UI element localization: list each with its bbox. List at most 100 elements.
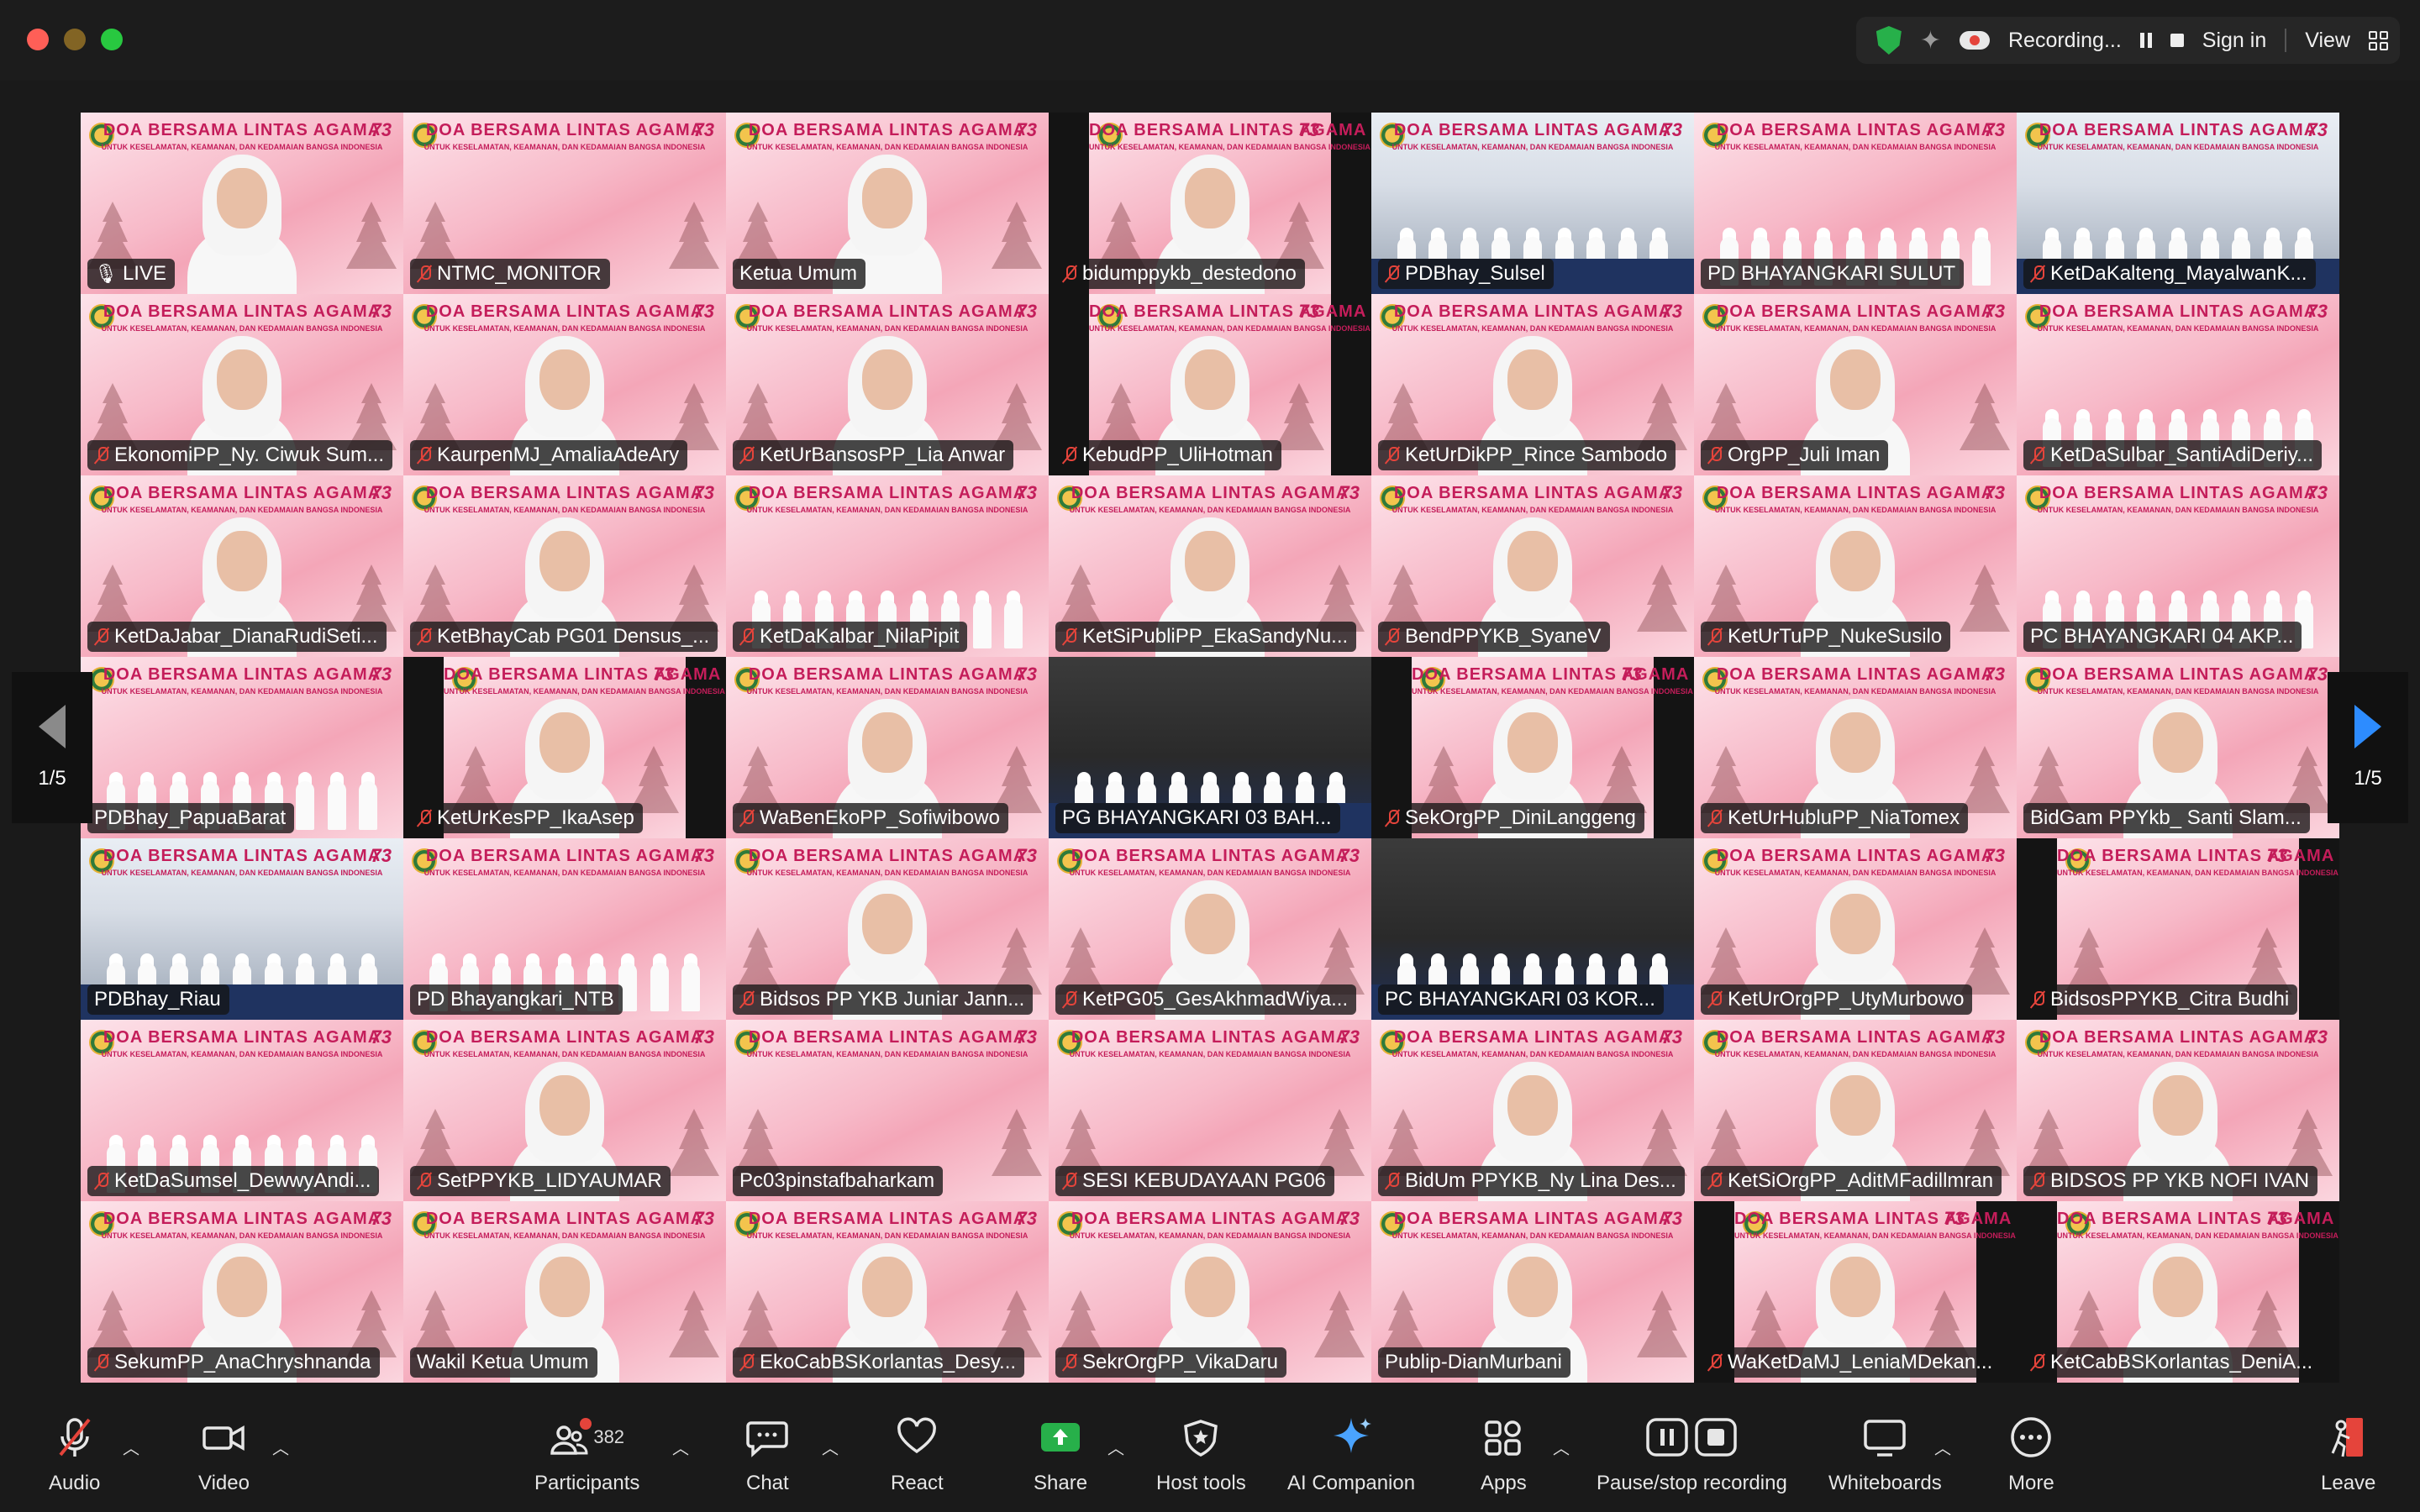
participant-name-label: BIDSOS PP YKB NOFI IVAN	[2023, 1166, 2318, 1196]
participant-tile[interactable]: DOA BERSAMA LINTAS AGAMA UNTUK KESELAMATA…	[81, 475, 403, 657]
view-menu-button[interactable]: View	[2305, 29, 2350, 53]
leave-door-icon	[2328, 1415, 2370, 1460]
participant-tile[interactable]: DOA BERSAMA LINTAS AGAMA UNTUK KESELAMATA…	[1371, 113, 1694, 294]
participant-tile[interactable]: DOA BERSAMA LINTAS AGAMA UNTUK KESELAMATA…	[1694, 1020, 2017, 1201]
participant-tile[interactable]: DOA BERSAMA LINTAS AGAMA UNTUK KESELAMATA…	[403, 113, 726, 294]
apps-button[interactable]: Apps	[1481, 1415, 1527, 1495]
anniversary-badge: 73	[1661, 482, 1682, 503]
participant-tile[interactable]: DOA BERSAMA LINTAS AGAMA UNTUK KESELAMATA…	[1694, 294, 2017, 475]
participant-tile[interactable]: DOA BERSAMA LINTAS AGAMA UNTUK KESELAMATA…	[1694, 657, 2017, 838]
participant-tile[interactable]: DOA BERSAMA LINTAS AGAMA UNTUK KESELAMATA…	[2017, 1020, 2339, 1201]
share-screen-button[interactable]: Share	[1034, 1415, 1087, 1495]
participant-tile[interactable]: DOA BERSAMA LINTAS AGAMA UNTUK KESELAMATA…	[1049, 113, 1371, 294]
participant-tile[interactable]: DOA BERSAMA LINTAS AGAMA UNTUK KESELAMATA…	[1694, 1201, 2017, 1383]
participant-tile[interactable]: DOA BERSAMA LINTAS AGAMA UNTUK KESELAMATA…	[726, 113, 1049, 294]
backdrop-banner-title: DOA BERSAMA LINTAS AGAMA	[2057, 1210, 2335, 1228]
chat-options-caret-icon[interactable]: ︿	[822, 1435, 839, 1459]
anniversary-badge: 73	[1016, 1026, 1037, 1047]
pause-stop-recording-button[interactable]: Pause/stop recording	[1597, 1415, 1787, 1495]
video-button[interactable]: Video	[198, 1415, 250, 1495]
participant-tile[interactable]: DOA BERSAMA LINTAS AGAMA UNTUK KESELAMATA…	[1371, 475, 1694, 657]
whiteboard-icon	[1862, 1415, 1907, 1460]
participant-name: PC BHAYANGKARI 03 KOR...	[1385, 988, 1655, 1011]
whiteboards-options-caret-icon[interactable]: ︿	[1934, 1435, 1951, 1459]
audio-button[interactable]: Audio	[49, 1415, 100, 1495]
participant-tile[interactable]: DOA BERSAMA LINTAS AGAMA UNTUK KESELAMATA…	[2017, 1201, 2339, 1383]
react-button[interactable]: React	[891, 1415, 944, 1495]
participant-tile[interactable]: DOA BERSAMA LINTAS AGAMA UNTUK KESELAMATA…	[81, 294, 403, 475]
apps-options-caret-icon[interactable]: ︿	[1553, 1435, 1570, 1459]
participant-tile[interactable]: DOA BERSAMA LINTAS AGAMA UNTUK KESELAMATA…	[403, 1020, 726, 1201]
previous-page-button[interactable]: 1/5	[12, 672, 92, 823]
video-options-caret-icon[interactable]: ︿	[272, 1435, 289, 1459]
participant-tile[interactable]: DOA BERSAMA LINTAS AGAMA UNTUK KESELAMATA…	[403, 475, 726, 657]
participant-tile[interactable]: DOA BERSAMA LINTAS AGAMA UNTUK KESELAMATA…	[726, 1020, 1049, 1201]
participant-name-label: KetDaSumsel_DewwyAndi...	[87, 1166, 380, 1196]
participant-tile[interactable]: DOA BERSAMA LINTAS AGAMA UNTUK KESELAMATA…	[1371, 1020, 1694, 1201]
participant-tile[interactable]: DOA BERSAMA LINTAS AGAMA UNTUK KESELAMATA…	[403, 294, 726, 475]
participant-tile[interactable]: DOA BERSAMA LINTAS AGAMA UNTUK KESELAMATA…	[1049, 1201, 1371, 1383]
share-options-caret-icon[interactable]: ︿	[1107, 1435, 1124, 1459]
participant-tile[interactable]: DOA BERSAMA LINTAS AGAMA UNTUK KESELAMATA…	[1371, 294, 1694, 475]
ai-companion-button[interactable]: AI Companion	[1287, 1415, 1415, 1495]
mic-muted-icon	[417, 809, 432, 827]
encryption-shield-icon[interactable]	[1876, 26, 1902, 55]
leave-button[interactable]: Leave	[2321, 1415, 2375, 1495]
participant-tile[interactable]: DOA BERSAMA LINTAS AGAMA UNTUK KESELAMATA…	[1694, 113, 2017, 294]
participant-tile[interactable]: DOA BERSAMA LINTAS AGAMA UNTUK KESELAMATA…	[81, 838, 403, 1020]
participant-tile[interactable]: DOA BERSAMA LINTAS AGAMA UNTUK KESELAMATA…	[1049, 1020, 1371, 1201]
participant-tile[interactable]: DOA BERSAMA LINTAS AGAMA UNTUK KESELAMATA…	[726, 294, 1049, 475]
participant-tile[interactable]: DOA BERSAMA LINTAS AGAMA UNTUK KESELAMATA…	[81, 657, 403, 838]
participant-tile[interactable]: DOA BERSAMA LINTAS AGAMA UNTUK KESELAMATA…	[81, 113, 403, 294]
participant-tile[interactable]: DOA BERSAMA LINTAS AGAMA UNTUK KESELAMATA…	[1694, 838, 2017, 1020]
minimize-window-button[interactable]	[64, 29, 86, 50]
whiteboards-button[interactable]: Whiteboards	[1828, 1415, 1942, 1495]
participant-tile[interactable]: DOA BERSAMA LINTAS AGAMA UNTUK KESELAMATA…	[403, 657, 726, 838]
participant-tile[interactable]: DOA BERSAMA LINTAS AGAMA UNTUK KESELAMATA…	[726, 657, 1049, 838]
backdrop-banner-subtitle: UNTUK KESELAMATAN, KEAMANAN, DAN KEDAMAI…	[101, 1050, 383, 1058]
pause-stop-recording-icon	[1644, 1415, 1739, 1460]
participant-tile[interactable]: DOA BERSAMA LINTAS AGAMA UNTUK KESELAMATA…	[1371, 657, 1694, 838]
participant-tile[interactable]: DOA BERSAMA LINTAS AGAMA UNTUK KESELAMATA…	[81, 1201, 403, 1383]
mic-muted-icon	[1707, 1353, 1723, 1372]
audio-options-caret-icon[interactable]: ︿	[123, 1435, 139, 1459]
participant-name-label: 🎙 LIVE	[87, 259, 175, 289]
next-page-button[interactable]: 1/5	[2328, 672, 2408, 823]
participant-tile[interactable]: DOA BERSAMA LINTAS AGAMA UNTUK KESELAMATA…	[2017, 838, 2339, 1020]
ai-sparkle-icon[interactable]: ✦	[1920, 26, 1941, 55]
anniversary-badge: 73	[1339, 1026, 1360, 1047]
participant-tile[interactable]: DOA BERSAMA LINTAS AGAMA UNTUK KESELAMATA…	[1049, 475, 1371, 657]
participant-name: EkonomiPP_Ny. Ciwuk Sum...	[114, 444, 384, 466]
anniversary-badge: 73	[1984, 482, 2005, 503]
participant-tile[interactable]: DOA BERSAMA LINTAS AGAMA UNTUK KESELAMATA…	[1049, 838, 1371, 1020]
participant-tile[interactable]: DOA BERSAMA LINTAS AGAMA UNTUK KESELAMATA…	[1049, 294, 1371, 475]
close-window-button[interactable]	[27, 29, 49, 50]
participant-tile[interactable]: PC BHAYANGKARI 03 KOR...	[1371, 838, 1694, 1020]
temple-decoration	[1314, 1290, 1365, 1357]
participants-button[interactable]: 382 Participants	[534, 1415, 639, 1495]
gallery-grid-icon[interactable]	[2369, 30, 2388, 50]
participant-tile[interactable]: DOA BERSAMA LINTAS AGAMA UNTUK KESELAMATA…	[2017, 113, 2339, 294]
participant-tile[interactable]: DOA BERSAMA LINTAS AGAMA UNTUK KESELAMATA…	[726, 475, 1049, 657]
participant-tile[interactable]: DOA BERSAMA LINTAS AGAMA UNTUK KESELAMATA…	[403, 1201, 726, 1383]
participant-tile[interactable]: DOA BERSAMA LINTAS AGAMA UNTUK KESELAMATA…	[2017, 475, 2339, 657]
participant-tile[interactable]: DOA BERSAMA LINTAS AGAMA UNTUK KESELAMATA…	[726, 1201, 1049, 1383]
participant-tile[interactable]: DOA BERSAMA LINTAS AGAMA UNTUK KESELAMATA…	[2017, 657, 2339, 838]
participant-name: KetDaSulbar_SantiAdiDeriy...	[2050, 444, 2314, 466]
stop-recording-icon[interactable]	[2170, 34, 2184, 47]
maximize-window-button[interactable]	[101, 29, 123, 50]
participant-tile[interactable]: DOA BERSAMA LINTAS AGAMA UNTUK KESELAMATA…	[403, 838, 726, 1020]
sign-in-link[interactable]: Sign in	[2202, 29, 2266, 53]
participant-tile[interactable]: DOA BERSAMA LINTAS AGAMA UNTUK KESELAMATA…	[1694, 475, 2017, 657]
participant-tile[interactable]: DOA BERSAMA LINTAS AGAMA UNTUK KESELAMATA…	[1371, 1201, 1694, 1383]
host-tools-button[interactable]: Host tools	[1156, 1415, 1246, 1495]
participant-tile[interactable]: DOA BERSAMA LINTAS AGAMA UNTUK KESELAMATA…	[81, 1020, 403, 1201]
participant-tile[interactable]: PG BHAYANGKARI 03 BAH...	[1049, 657, 1371, 838]
pause-recording-icon[interactable]	[2139, 33, 2152, 48]
participant-tile[interactable]: DOA BERSAMA LINTAS AGAMA UNTUK KESELAMATA…	[726, 838, 1049, 1020]
participant-tile[interactable]: DOA BERSAMA LINTAS AGAMA UNTUK KESELAMATA…	[2017, 294, 2339, 475]
more-button[interactable]: More	[2008, 1415, 2054, 1495]
participant-name-label: PC BHAYANGKARI 04 AKP...	[2023, 622, 2302, 652]
chat-button[interactable]: Chat	[746, 1415, 789, 1495]
participants-options-caret-icon[interactable]: ︿	[672, 1435, 689, 1459]
